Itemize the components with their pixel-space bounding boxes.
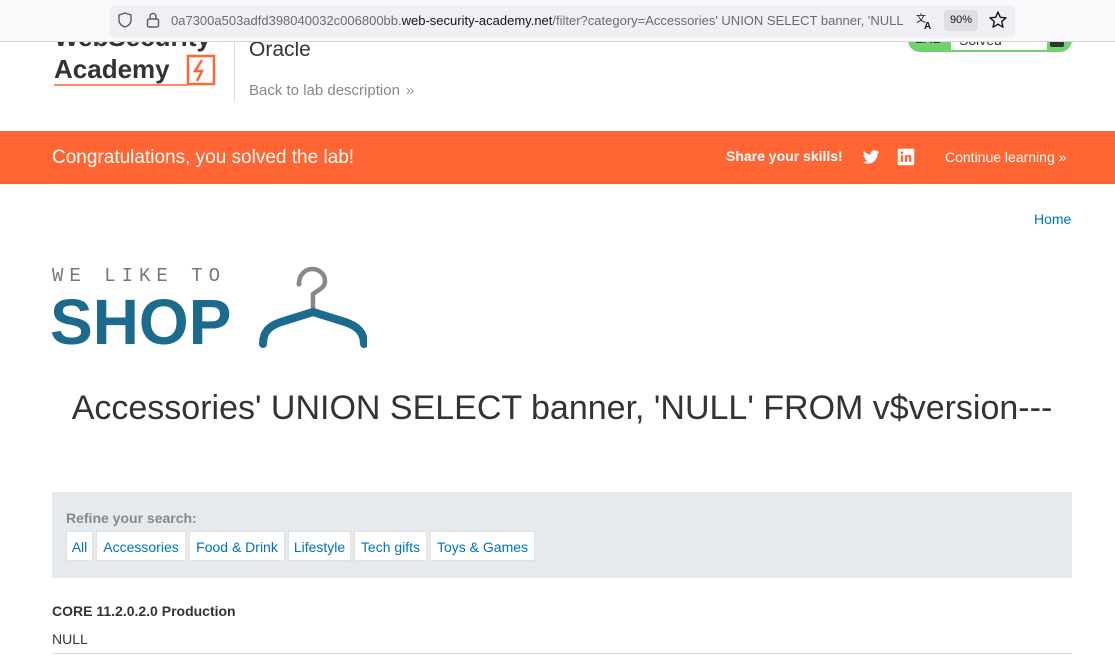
table-divider [52, 653, 1072, 654]
shield-icon[interactable] [118, 12, 132, 28]
continue-learning-link[interactable]: Continue learning » [945, 149, 1066, 165]
double-chevron-right-icon: » [1058, 149, 1067, 165]
linkedin-icon[interactable] [897, 148, 915, 166]
share-skills-label: Share your skills! [726, 148, 843, 164]
zoom-level-badge[interactable]: 90% [944, 10, 978, 31]
result-heading: CORE 11.2.0.2.0 Production [52, 603, 236, 619]
filter-link-food-drink[interactable]: Food & Drink [189, 531, 285, 561]
twitter-icon[interactable] [862, 148, 880, 166]
double-chevron-right-icon: » [405, 82, 415, 99]
logo-line2: Academy [54, 54, 170, 84]
bookmark-star-icon[interactable] [988, 10, 1008, 30]
translate-icon[interactable]: 文 A [915, 11, 935, 31]
header-divider [234, 42, 235, 102]
continue-learning-label: Continue learning [945, 149, 1055, 165]
svg-text:A: A [924, 21, 931, 31]
back-link-label: Back to lab description [249, 82, 400, 99]
back-to-lab-link[interactable]: Back to lab description » [249, 82, 414, 99]
url-prefix: 0a7300a503adfd398040032c006800bb. [171, 13, 402, 28]
shop-tagline: WE LIKE TO [52, 265, 226, 287]
result-value: NULL [52, 631, 88, 647]
hanger-icon [259, 266, 367, 348]
filter-link-toys-games[interactable]: Toys & Games [430, 531, 535, 561]
url-text[interactable]: 0a7300a503adfd398040032c006800bb.web-sec… [171, 13, 903, 28]
filter-link-accessories[interactable]: Accessories [96, 531, 186, 561]
solved-message: Congratulations, you solved the lab! [52, 147, 355, 168]
filter-link-all[interactable]: All [66, 531, 93, 561]
lock-icon[interactable] [146, 12, 160, 28]
shop-logo: WE LIKE TO SHOP [52, 265, 367, 350]
url-host: web-security-academy.net [401, 13, 553, 28]
filter-link-lifestyle[interactable]: Lifestyle [288, 531, 351, 561]
filter-link-tech-gifts[interactable]: Tech gifts [354, 531, 427, 561]
page-heading: Accessories' UNION SELECT banner, 'NULL'… [71, 389, 1053, 427]
shop-word: SHOP [52, 286, 231, 350]
url-path: /filter?category=Accessories' UNION SELE… [552, 13, 903, 28]
filter-title: Refine your search: [66, 510, 197, 526]
home-link[interactable]: Home [1034, 211, 1071, 227]
